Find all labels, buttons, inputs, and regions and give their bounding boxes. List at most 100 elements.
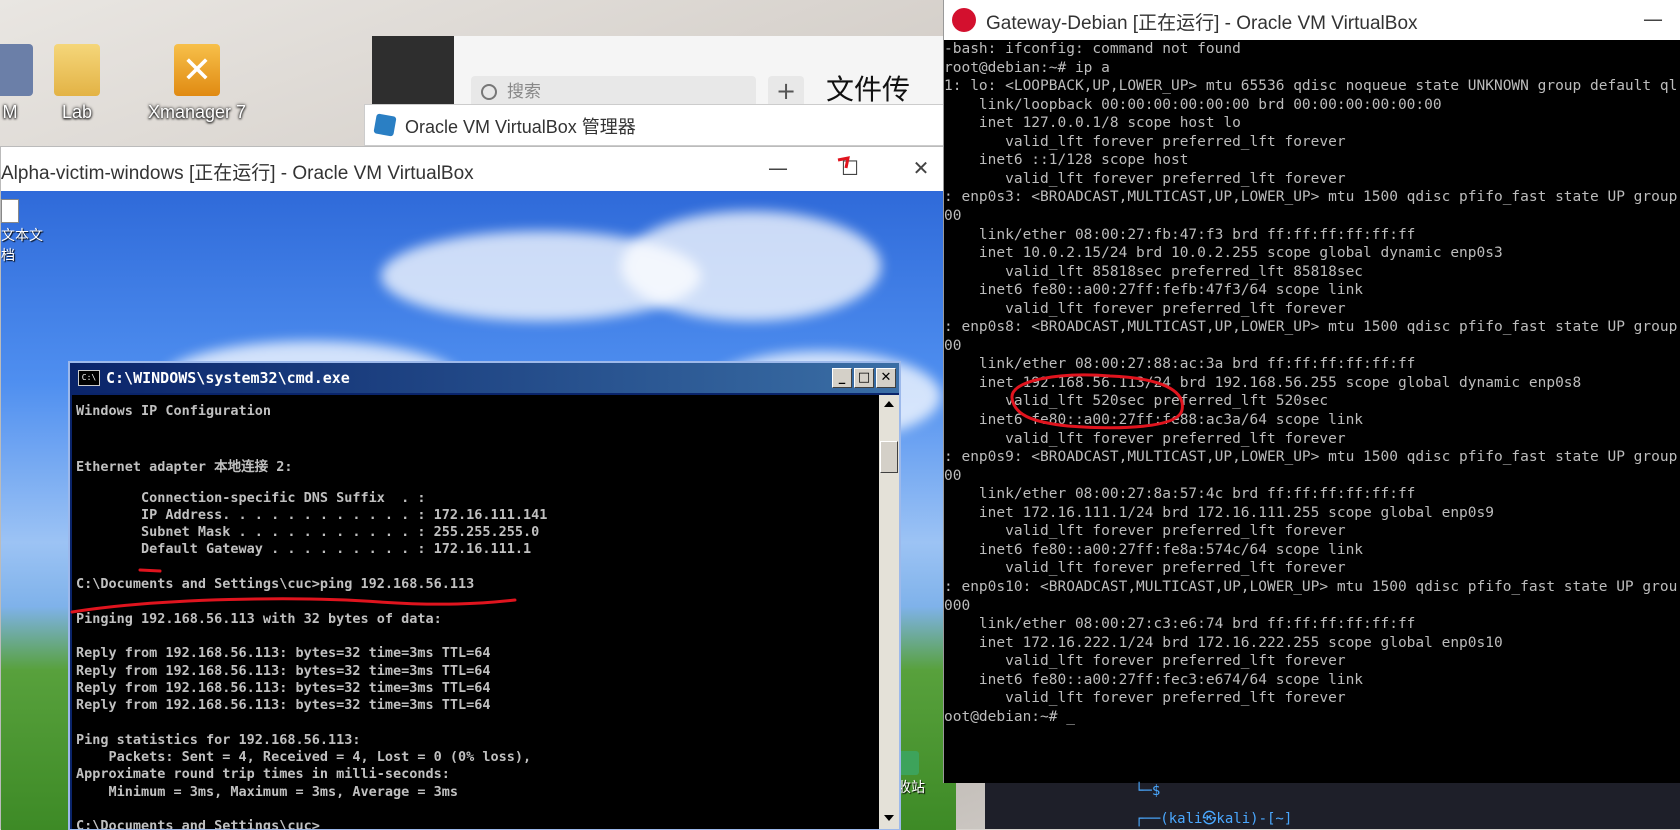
cmd-output-line: Connection-specific DNS Suffix . : — [76, 489, 426, 506]
terminal-output-line: valid_lft forever preferred_lft forever — [944, 133, 1346, 150]
terminal-output-line: oot@debian:~# _ — [944, 708, 1075, 725]
document-icon — [1, 199, 19, 223]
xp-recycle-label: 收站 — [897, 780, 925, 796]
terminal-output-line: valid_lft forever preferred_lft forever — [944, 300, 1346, 317]
terminal-output-line: 00 — [944, 467, 962, 484]
cloud — [621, 211, 881, 321]
maximize-button[interactable]: ☐ — [827, 153, 873, 183]
chat-search-placeholder: 搜索 — [507, 82, 541, 101]
terminal-output-line: inet 192.168.56.113/24 brd 192.168.56.25… — [944, 374, 1582, 391]
cmd-close-button[interactable]: ✕ — [876, 368, 896, 388]
desktop-icon-xmanager[interactable]: ✕ Xmanager 7 — [132, 44, 262, 123]
cmd-output-line: Minimum = 3ms, Maximum = 3ms, Average = … — [76, 783, 459, 800]
terminal-output-line: link/loopback 00:00:00:00:00:00 brd 00:0… — [944, 96, 1442, 113]
terminal-output-line: inet6 fe80::a00:27ff:fec3:e674/64 scope … — [944, 671, 1364, 688]
xp-recycle-bin-icon[interactable]: 收站 — [897, 751, 937, 797]
terminal-output-line: inet 172.16.222.1/24 brd 172.16.222.255 … — [944, 634, 1503, 651]
terminal-output-line: : enp0s3: <BROADCAST,MULTICAST,UP,LOWER_… — [944, 189, 1678, 206]
terminal-output-line: link/ether 08:00:27:fb:47:f3 brd ff:ff:f… — [944, 226, 1416, 243]
cmd-output-line: Reply from 192.168.56.113: bytes=32 time… — [76, 645, 491, 662]
close-button[interactable]: ✕ — [898, 153, 944, 183]
terminal-output-line: 00 — [944, 207, 962, 224]
terminal-output-line: inet6 fe80::a00:27ff:fe88:ac3a/64 scope … — [944, 412, 1364, 428]
terminal-output-line: 00 — [944, 337, 962, 354]
folder-icon — [54, 44, 100, 96]
terminal-output-line: valid_lft forever preferred_lft forever — [944, 690, 1346, 707]
debian-logo-icon — [952, 8, 976, 32]
xp-text-document-icon[interactable]: 文本文档 — [1, 199, 51, 265]
desktop-icon-label: Lab — [61, 102, 93, 122]
terminal-output-line: root@debian:~# ip a — [944, 59, 1110, 76]
terminal-output-line: -bash: ifconfig: command not found — [944, 41, 1241, 57]
alpha-vm-window: Alpha-victim-windows [正在运行] - Oracle VM … — [0, 146, 956, 830]
terminal-output-line: inet 127.0.0.1/8 scope host lo — [944, 115, 1241, 132]
terminal-output-line: link/ether 08:00:27:8a:57:4c brd ff:ff:f… — [944, 486, 1416, 503]
scroll-down-arrow-icon[interactable] — [884, 815, 894, 821]
terminal-output-line: : enp0s8: <BROADCAST,MULTICAST,UP,LOWER_… — [944, 319, 1678, 336]
kali-prompt-line: └─$ — [1135, 783, 1161, 799]
vbox-manager-titlebar[interactable]: Oracle VM VirtualBox 管理器 — [364, 104, 954, 146]
terminal-output-line: valid_lft forever preferred_lft forever — [944, 653, 1346, 670]
terminal-output-line: valid_lft 85818sec preferred_lft 85818se… — [944, 263, 1364, 280]
cmd-output-line: Subnet Mask . . . . . . . . . . . : 255.… — [76, 524, 540, 541]
search-icon — [481, 84, 497, 100]
cmd-minimize-button[interactable]: _ — [832, 368, 852, 388]
virtualbox-icon — [373, 113, 397, 137]
xp-doc-label: 文本文档 — [1, 228, 43, 264]
debian-terminal[interactable]: -bash: ifconfig: command not found root@d… — [944, 40, 1680, 783]
cmd-title: C:\WINDOWS\system32\cmd.exe — [106, 369, 350, 387]
debian-vm-window: Gateway-Debian [正在运行] - Oracle VM Virtua… — [943, 0, 1680, 783]
terminal-output-line: : enp0s10: <BROADCAST,MULTICAST,UP,LOWER… — [944, 578, 1678, 595]
cmd-output-line: Default Gateway . . . . . . . . . : 172.… — [76, 541, 532, 558]
cmd-output-line: Reply from 192.168.56.113: bytes=32 time… — [76, 679, 491, 696]
desktop-icon-label: Xmanager 7 — [147, 102, 247, 122]
cmd-scroll-thumb[interactable] — [880, 441, 898, 473]
terminal-output-line: valid_lft forever preferred_lft forever — [944, 560, 1346, 577]
cmd-output-line: Windows IP Configuration — [76, 403, 272, 419]
terminal-output-line: inet 172.16.111.1/24 brd 172.16.111.255 … — [944, 504, 1494, 521]
scroll-up-arrow-icon[interactable] — [884, 401, 894, 407]
debian-vm-title: Gateway-Debian [正在运行] - Oracle VM Virtua… — [986, 13, 1418, 34]
xmanager-icon: ✕ — [174, 44, 220, 96]
terminal-output-line: valid_lft forever preferred_lft forever — [944, 170, 1346, 187]
terminal-output-line: valid_lft forever preferred_lft forever — [944, 523, 1346, 540]
terminal-output-line: valid_lft 520sec preferred_lft 520sec — [944, 393, 1329, 410]
cmd-icon: C:\ — [78, 370, 100, 386]
cmd-output-line: IP Address. . . . . . . . . . . . : 172.… — [76, 506, 548, 523]
cmd-output-line: Packets: Sent = 4, Received = 4, Lost = … — [76, 749, 532, 765]
cmd-maximize-button[interactable]: □ — [854, 368, 874, 388]
cmd-output-line: C:\Documents and Settings\cuc> — [76, 818, 320, 829]
terminal-output-line: inet6 fe80::a00:27ff:fe8a:574c/64 scope … — [944, 541, 1364, 558]
terminal-output-line: inet6 fe80::a00:27ff:fefb:47f3/64 scope … — [944, 282, 1364, 299]
xp-desktop: 文本文档 收站 C:\ C:\WINDOWS\system32\cmd.exe … — [1, 191, 956, 830]
terminal-output-line: inet 10.0.2.15/24 brd 10.0.2.255 scope g… — [944, 245, 1503, 262]
terminal-output-line: valid_lft forever preferred_lft forever — [944, 430, 1346, 447]
cmd-output-line: C:\Documents and Settings\cuc>ping 192.1… — [76, 576, 475, 592]
terminal-output-line: inet6 ::1/128 scope host — [944, 152, 1189, 169]
alpha-vm-title: Alpha-victim-windows [正在运行] - Oracle VM … — [1, 163, 474, 184]
cmd-output-line: Reply from 192.168.56.113: bytes=32 time… — [76, 697, 491, 714]
cmd-window: C:\ C:\WINDOWS\system32\cmd.exe _ □ ✕ Wi… — [68, 361, 901, 830]
terminal-output-line: 000 — [944, 597, 971, 614]
cmd-output-line: Reply from 192.168.56.113: bytes=32 time… — [76, 662, 491, 679]
cmd-output[interactable]: Windows IP Configuration Ethernet adapter… — [72, 395, 879, 829]
kali-prompt-line: ┌──(kali㉿kali)-[~] — [1135, 811, 1293, 827]
cmd-output-line: Ping statistics for 192.168.56.113: — [76, 731, 361, 748]
desktop-icon-label: M — [2, 102, 18, 122]
terminal-output-line: : enp0s9: <BROADCAST,MULTICAST,UP,LOWER_… — [944, 449, 1678, 466]
cmd-output-line: Ethernet adapter 本地连接 2: — [76, 458, 293, 475]
debian-vm-titlebar[interactable]: Gateway-Debian [正在运行] - Oracle VM Virtua… — [944, 0, 1680, 40]
vbox-manager-title: Oracle VM VirtualBox 管理器 — [405, 117, 636, 137]
terminal-output-line: link/ether 08:00:27:88:ac:3a brd ff:ff:f… — [944, 356, 1416, 373]
terminal-output-line: 1: lo: <LOOPBACK,UP,LOWER_UP> mtu 65536 … — [944, 78, 1678, 95]
cmd-output-line: Approximate round trip times in milli-se… — [76, 766, 450, 783]
kali-terminal-strip[interactable]: └─$ ┌──(kali㉿kali)-[~] — [985, 783, 1680, 829]
alpha-vm-titlebar[interactable]: Alpha-victim-windows [正在运行] - Oracle VM … — [1, 147, 956, 191]
chat-title: 文件传 — [826, 74, 911, 105]
cmd-titlebar[interactable]: C:\ C:\WINDOWS\system32\cmd.exe _ □ ✕ — [70, 363, 899, 393]
terminal-output-line: link/ether 08:00:27:c3:e6:74 brd ff:ff:f… — [944, 616, 1416, 633]
minimize-button[interactable]: — — [1630, 4, 1676, 34]
cmd-scrollbar[interactable] — [879, 395, 899, 829]
minimize-button[interactable]: — — [755, 153, 801, 183]
desktop-icon-lab[interactable]: Lab — [22, 44, 132, 123]
